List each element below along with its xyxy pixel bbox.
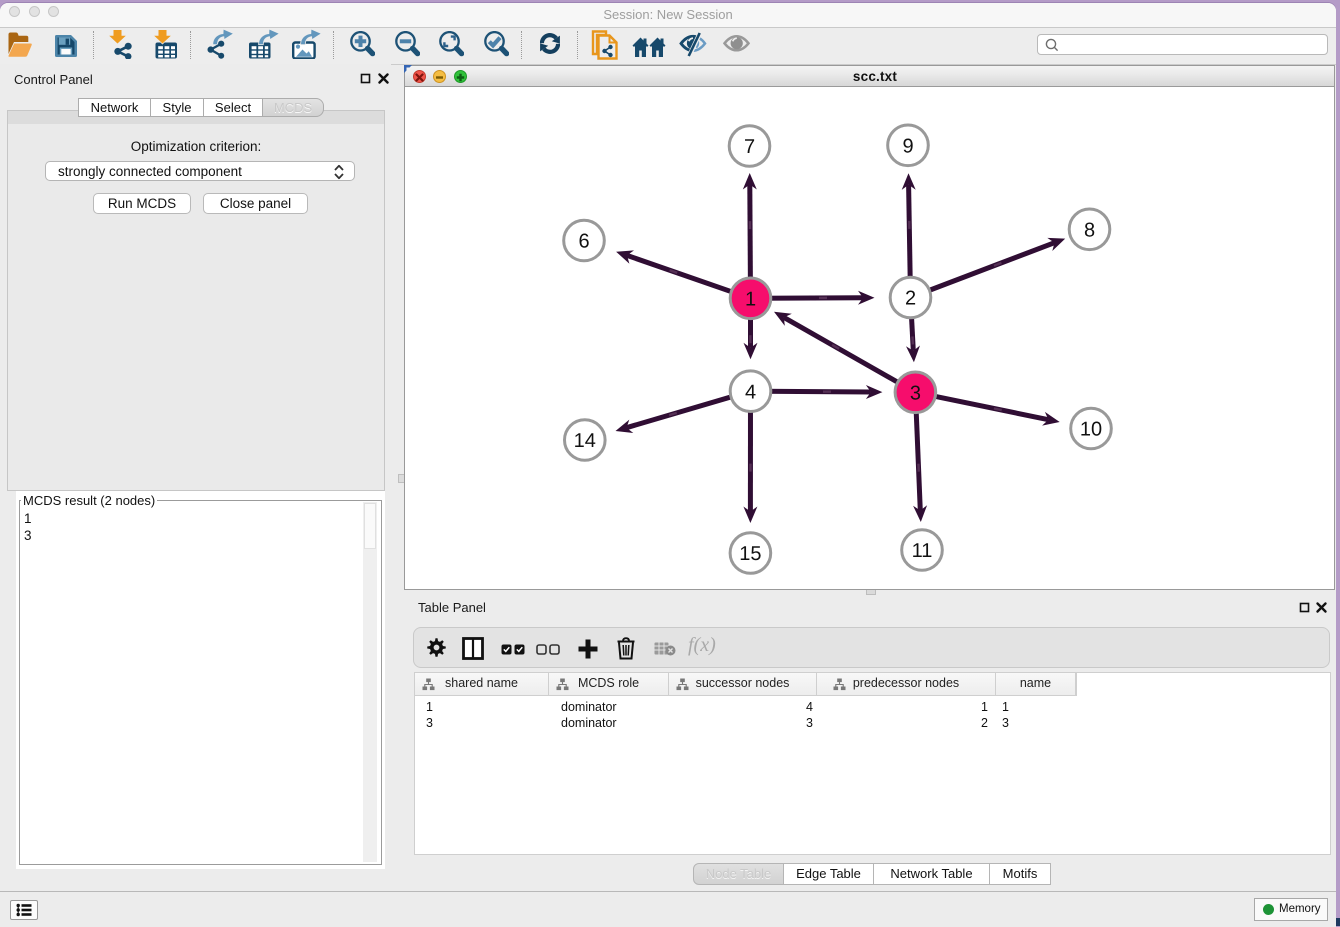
svg-text:1: 1 (745, 289, 756, 311)
svg-text:14: 14 (574, 430, 596, 452)
svg-text:3: 3 (910, 383, 921, 405)
svg-text:11: 11 (912, 540, 933, 562)
svg-text:4: 4 (745, 381, 756, 403)
svg-text:2: 2 (905, 288, 916, 310)
svg-text:8: 8 (1084, 220, 1095, 242)
svg-text:7: 7 (744, 136, 755, 158)
svg-text:9: 9 (902, 136, 913, 158)
svg-text:15: 15 (739, 543, 761, 565)
svg-text:6: 6 (578, 231, 589, 253)
svg-text:10: 10 (1080, 419, 1102, 441)
